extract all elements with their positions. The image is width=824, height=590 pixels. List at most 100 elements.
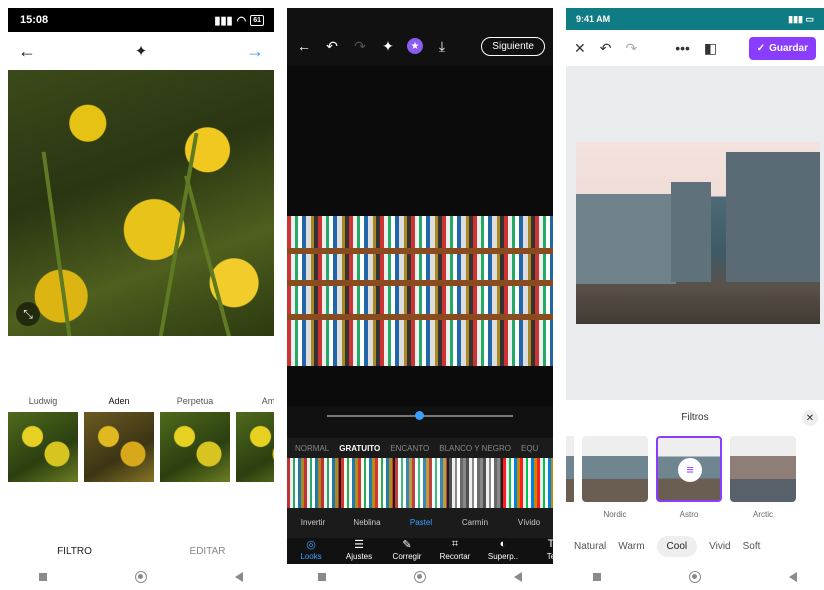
check-circle-icon: ✓ — [756, 42, 766, 54]
look-label: Vívido — [517, 518, 541, 527]
expand-icon[interactable]: ⤡ — [16, 302, 40, 326]
back-icon[interactable] — [789, 572, 797, 582]
recents-icon[interactable] — [593, 573, 601, 581]
tab-filtro[interactable]: FILTRO — [8, 538, 141, 566]
crop-icon: ⌗ — [451, 538, 459, 550]
next-button[interactable]: Siguiente — [481, 36, 545, 56]
tool-ajustes[interactable]: ☰ Ajustes — [335, 538, 383, 566]
filter-partial[interactable] — [566, 436, 574, 519]
tool-looks[interactable]: ◎ Looks — [287, 538, 335, 566]
filter-thumbnail — [656, 436, 722, 502]
save-label: Guardar — [769, 42, 808, 54]
category-vivid[interactable]: Vivid — [709, 541, 731, 552]
premium-star-icon[interactable]: ★ — [407, 38, 423, 54]
tool-texto[interactable]: T Te — [527, 538, 553, 566]
home-icon[interactable] — [689, 571, 701, 583]
phone-lightroom-editor: ← ↶ ↷ ✦ ★ ⤓ Siguiente NORMAL GRATUITO EN… — [287, 8, 553, 590]
sliders-icon: ☰ — [354, 539, 364, 551]
undo-icon[interactable]: ↶ — [600, 40, 612, 57]
look-label: Invertir — [300, 518, 326, 527]
category-warm[interactable]: Warm — [618, 541, 644, 552]
redo-icon[interactable]: ↷ — [625, 40, 637, 57]
filter-nordic[interactable]: Nordic — [582, 436, 648, 519]
look-label: Pastel — [409, 518, 433, 527]
intensity-slider-knob[interactable] — [415, 411, 424, 420]
filter-ama[interactable]: Ama — [236, 396, 274, 482]
category-cool[interactable]: Cool — [656, 536, 698, 557]
back-icon[interactable] — [235, 572, 243, 582]
undo-icon[interactable]: ↶ — [323, 38, 341, 55]
category-blanco-y-negro[interactable]: BLANCO Y NEGRO — [439, 444, 511, 453]
compare-icon[interactable]: ◧ — [704, 40, 717, 57]
android-nav-bar — [566, 564, 824, 590]
filters-panel: Filtros ✕ Nordic Astro Arctic Natural Wa… — [566, 406, 824, 568]
filter-strip: Ludwig Aden Perpetua Ama — [8, 396, 274, 482]
status-time: 9:41 AM — [576, 14, 611, 24]
category-soft[interactable]: Soft — [743, 541, 761, 552]
back-icon[interactable] — [514, 572, 522, 582]
phone-instagram-editor: 15:08 ▮▮▮ ◠ 61 ← ✦ → ⤡ Ludwig Aden Perpe… — [8, 8, 274, 590]
filter-label: Arctic — [753, 510, 773, 519]
look-thumbnail — [341, 458, 393, 508]
back-arrow-icon[interactable]: ← — [18, 41, 36, 62]
magic-wand-icon[interactable]: ✦ — [135, 42, 148, 60]
category-equ[interactable]: EQU — [521, 444, 538, 453]
save-button[interactable]: ✓ Guardar — [748, 36, 816, 60]
look-categories: NORMAL GRATUITO ENCANTO BLANCO Y NEGRO E… — [287, 438, 553, 458]
filter-thumbnail — [582, 436, 648, 502]
look-carmin[interactable]: Carmín — [449, 458, 501, 538]
category-natural[interactable]: Natural — [574, 541, 606, 552]
close-icon[interactable]: ✕ — [802, 410, 818, 426]
tool-superposicion[interactable]: ◐ Superp.. — [479, 538, 527, 566]
more-icon[interactable]: ••• — [675, 40, 690, 56]
tool-corregir[interactable]: ✎ Corregir — [383, 538, 431, 566]
look-label: Carmín — [461, 518, 489, 527]
editor-toolbar: ✕ ↶ ↷ ••• ◧ ✓ Guardar — [566, 30, 824, 66]
filter-thumbnail — [160, 412, 230, 482]
category-normal[interactable]: NORMAL — [295, 444, 329, 453]
filter-thumbnail — [236, 412, 274, 482]
home-icon[interactable] — [414, 571, 426, 583]
text-icon: T — [547, 538, 553, 550]
filter-aden[interactable]: Aden — [84, 396, 154, 482]
filter-label: Perpetua — [176, 396, 214, 406]
status-bar: 15:08 ▮▮▮ ◠ 61 — [8, 8, 274, 32]
category-encanto[interactable]: ENCANTO — [390, 444, 429, 453]
tool-recortar[interactable]: ⌗ Recortar — [431, 538, 479, 566]
filter-thumbnail — [8, 412, 78, 482]
filter-astro[interactable]: Astro — [656, 436, 722, 519]
tool-label: Corregir — [392, 552, 422, 561]
recents-icon[interactable] — [39, 573, 47, 581]
signal-icon: ▮▮▮ — [214, 14, 233, 27]
category-gratuito[interactable]: GRATUITO — [339, 444, 380, 453]
redo-icon[interactable]: ↷ — [351, 38, 369, 55]
filter-arctic[interactable]: Arctic — [730, 436, 796, 519]
look-invertir[interactable]: Invertir — [287, 458, 339, 538]
look-thumbnail — [449, 458, 501, 508]
filter-ludwig[interactable]: Ludwig — [8, 396, 78, 482]
download-icon[interactable]: ⤓ — [433, 38, 451, 55]
next-arrow-icon[interactable]: → — [246, 41, 264, 62]
filter-label: Ludwig — [28, 396, 58, 406]
magic-wand-icon[interactable]: ✦ — [379, 38, 397, 55]
tool-label: Looks — [300, 552, 322, 561]
editor-tabs: FILTRO EDITAR — [8, 538, 274, 566]
look-pastel[interactable]: Pastel — [395, 458, 447, 538]
filter-label: Astro — [679, 510, 699, 519]
look-vivido[interactable]: Vívido — [503, 458, 553, 538]
overlay-icon: ◐ — [499, 538, 507, 550]
look-neblina[interactable]: Neblina — [341, 458, 393, 538]
filter-label: Aden — [108, 396, 130, 406]
home-icon[interactable] — [135, 571, 147, 583]
recents-icon[interactable] — [318, 573, 326, 581]
close-icon[interactable]: ✕ — [574, 40, 586, 57]
filter-perpetua[interactable]: Perpetua — [160, 396, 230, 482]
brush-icon: ✎ — [402, 539, 412, 551]
android-nav-bar — [8, 564, 274, 590]
filter-label: Ama — [261, 396, 274, 406]
back-arrow-icon[interactable]: ← — [295, 38, 313, 54]
photo-preview: ⤡ — [8, 70, 274, 336]
tab-editar[interactable]: EDITAR — [141, 538, 274, 566]
photo-canvas — [287, 66, 553, 406]
photo-preview — [576, 142, 820, 324]
